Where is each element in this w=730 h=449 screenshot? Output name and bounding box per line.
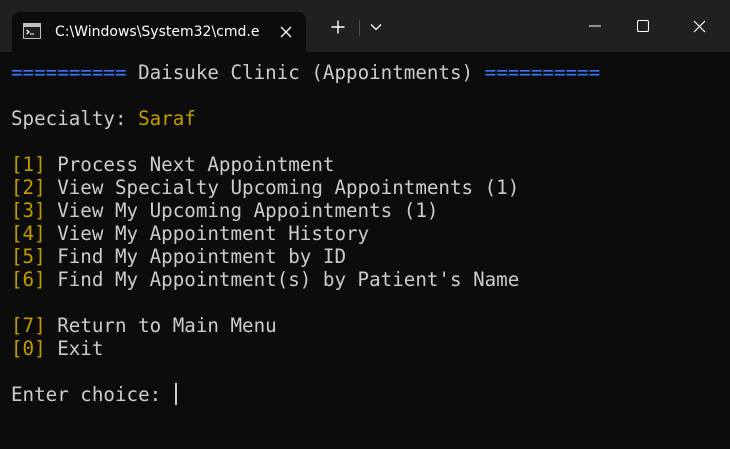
close-window-button[interactable] [676, 0, 722, 52]
menu-key: [1] [11, 153, 46, 176]
menu-item-5: [5] Find My Appointment by ID [11, 245, 346, 268]
menu-label: Find My Appointment(s) by Patient's Name [45, 268, 520, 291]
close-icon [693, 20, 705, 32]
maximize-icon [637, 20, 649, 32]
menu-key: [5] [11, 245, 46, 268]
menu-label: View My Appointment History [45, 222, 370, 245]
new-tab-button[interactable] [323, 14, 353, 40]
header-rule-right: ========== [484, 61, 601, 84]
menu-label: Exit [45, 337, 104, 360]
menu-item-4: [4] View My Appointment History [11, 222, 369, 245]
menu-item-1: [1] Process Next Appointment [11, 153, 334, 176]
menu-item-6: [6] Find My Appointment(s) by Patient's … [11, 268, 519, 291]
specialty-line: Specialty: Saraf [11, 107, 196, 130]
minimize-icon [589, 25, 601, 27]
menu-key: [4] [11, 222, 46, 245]
terminal-output[interactable]: ========== Daisuke Clinic (Appointments)… [0, 52, 730, 449]
title-bar[interactable]: C:\Windows\System32\cmd.e [0, 0, 730, 52]
tab-divider [359, 20, 360, 36]
maximize-button[interactable] [620, 0, 666, 52]
header-rule-left: ========== [11, 61, 127, 84]
menu-key: [0] [11, 337, 46, 360]
menu-item-0: [0] Exit [11, 337, 103, 360]
chevron-down-icon [370, 24, 382, 31]
menu-item-3: [3] View My Upcoming Appointments (1) [11, 199, 438, 222]
menu-key: [2] [11, 176, 46, 199]
menu-key: [3] [11, 199, 46, 222]
close-icon [280, 26, 292, 38]
tab-cmd[interactable]: C:\Windows\System32\cmd.e [12, 12, 306, 52]
menu-label: Return to Main Menu [45, 314, 277, 337]
menu-key: [6] [11, 268, 46, 291]
clinic-header: ========== Daisuke Clinic (Appointments)… [11, 61, 600, 84]
specialty-label: Specialty: [11, 107, 139, 130]
prompt-label: Enter choice: [11, 383, 173, 406]
close-tab-button[interactable] [274, 20, 298, 44]
terminal-window: C:\Windows\System32\cmd.e ========== Dai… [0, 0, 730, 449]
tab-dropdown-button[interactable] [361, 14, 391, 40]
plus-icon [331, 20, 345, 34]
menu-item-2: [2] View Specialty Upcoming Appointments… [11, 176, 519, 199]
menu-label: View My Upcoming Appointments (1) [45, 199, 439, 222]
menu-label: Find My Appointment by ID [45, 245, 347, 268]
menu-key: [7] [11, 314, 46, 337]
specialty-value: Saraf [138, 107, 196, 130]
input-prompt-line[interactable]: Enter choice: [11, 383, 177, 406]
menu-label: View Specialty Upcoming Appointments (1) [45, 176, 520, 199]
minimize-button[interactable] [572, 0, 618, 52]
menu-label: Process Next Appointment [45, 153, 335, 176]
tab-title: C:\Windows\System32\cmd.e [55, 24, 260, 40]
header-title: Daisuke Clinic (Appointments) [126, 61, 485, 84]
menu-item-7: [7] Return to Main Menu [11, 314, 277, 337]
text-cursor [174, 383, 177, 405]
cmd-icon [23, 23, 41, 39]
